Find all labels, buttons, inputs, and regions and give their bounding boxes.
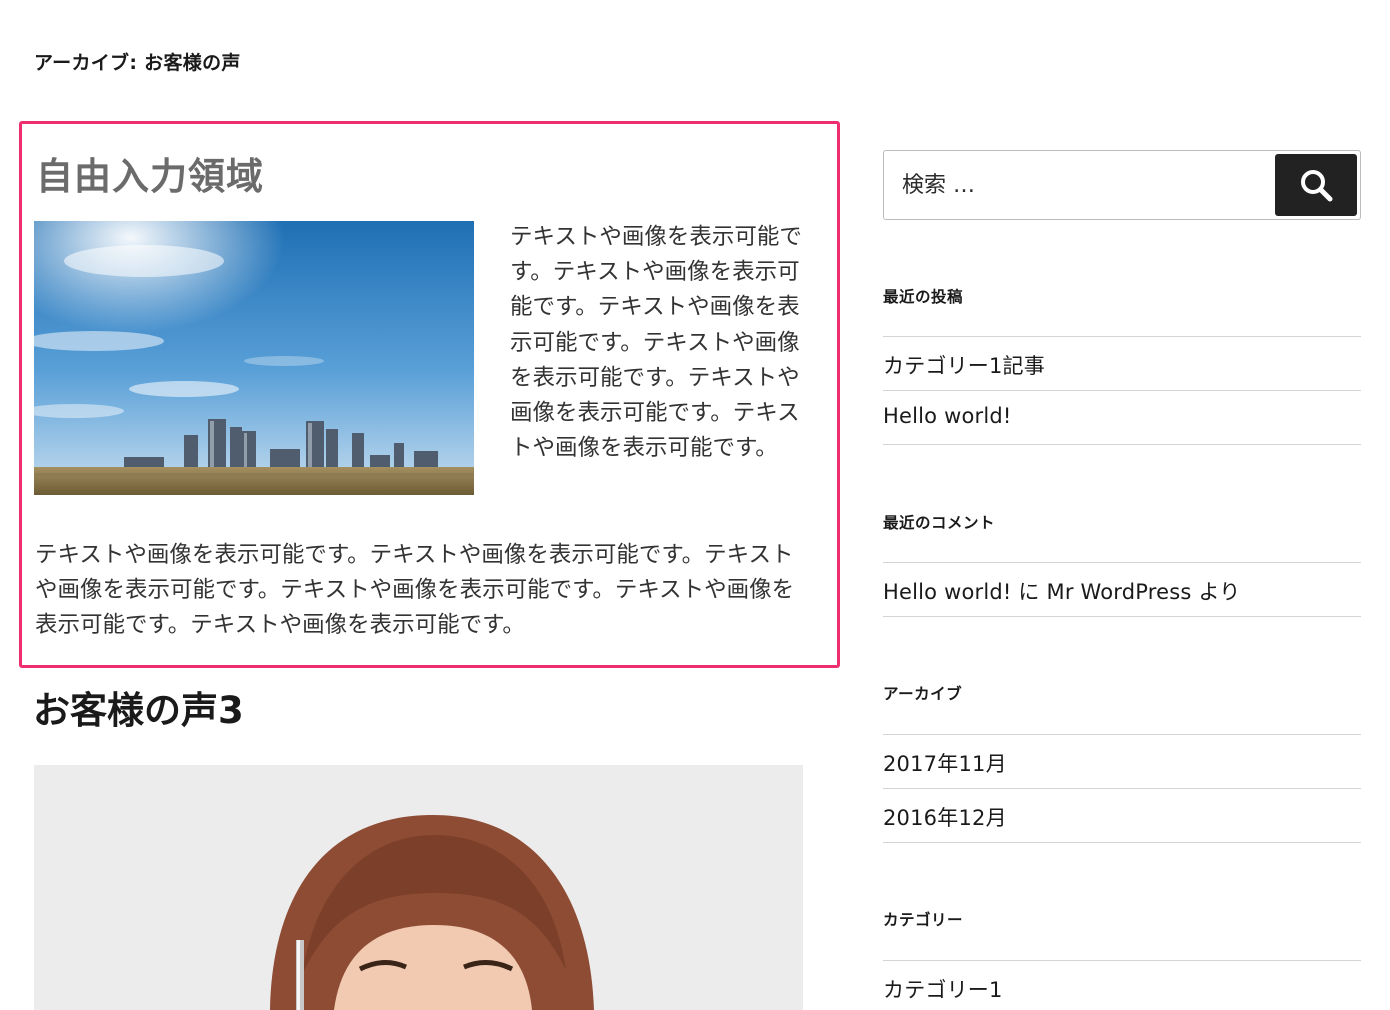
free-area-side-text: テキストや画像を表示可能です。テキストや画像を表示可能です。テキストや画像を表示… bbox=[510, 224, 802, 462]
search-input[interactable] bbox=[885, 152, 1271, 218]
archives-title: アーカイブ bbox=[883, 685, 963, 703]
divider bbox=[883, 788, 1361, 789]
divider bbox=[883, 960, 1361, 961]
recent-posts-title: 最近の投稿 bbox=[883, 288, 964, 306]
divider bbox=[883, 842, 1361, 843]
divider bbox=[883, 734, 1361, 735]
search-button[interactable] bbox=[1275, 154, 1357, 216]
free-area-title: 自由入力領域 bbox=[36, 155, 264, 198]
recent-post-link[interactable]: カテゴリー1記事 bbox=[883, 350, 1045, 380]
divider bbox=[883, 444, 1361, 445]
divider bbox=[883, 336, 1361, 337]
divider bbox=[883, 390, 1361, 391]
search-icon bbox=[1301, 170, 1333, 202]
free-input-area: 自由入力領域 テキストや画像を表示可能です。テキストや画像を表示可能です。テキス… bbox=[19, 121, 840, 668]
archive-title: アーカイブ: お客様の声 bbox=[34, 52, 241, 74]
search-form bbox=[883, 150, 1361, 220]
archive-link[interactable]: 2017年11月 bbox=[883, 748, 1007, 778]
free-area-bottom-text: テキストや画像を表示可能です。テキストや画像を表示可能です。テキストや画像を表示… bbox=[35, 542, 795, 639]
customer-photo bbox=[34, 765, 803, 1010]
recent-post-link[interactable]: Hello world! bbox=[883, 404, 1012, 428]
city-skyline-image bbox=[34, 221, 474, 495]
categories-title: カテゴリー bbox=[883, 911, 964, 929]
recent-comments-title: 最近のコメント bbox=[883, 514, 996, 532]
recent-comment-link[interactable]: Hello world! に Mr WordPress より bbox=[883, 576, 1240, 606]
divider bbox=[883, 562, 1361, 563]
divider bbox=[883, 616, 1361, 617]
archive-link[interactable]: 2016年12月 bbox=[883, 802, 1007, 832]
category-link[interactable]: カテゴリー1 bbox=[883, 974, 1003, 1004]
post-title[interactable]: お客様の声3 bbox=[33, 680, 244, 734]
